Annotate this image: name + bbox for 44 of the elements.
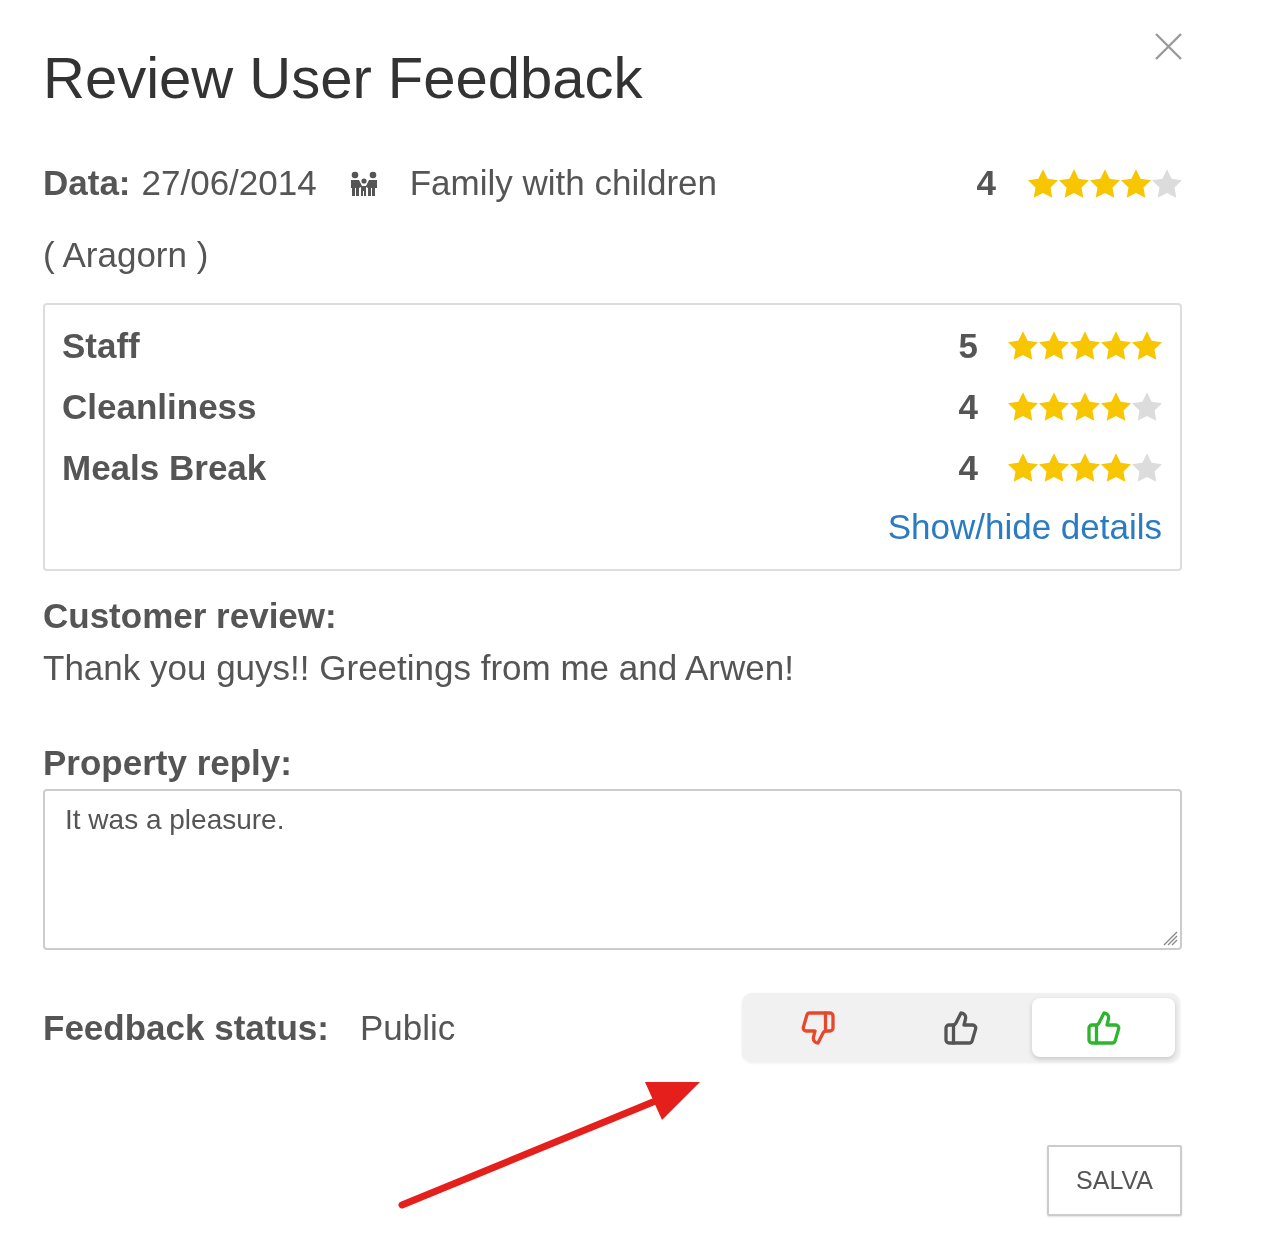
star-icon — [1121, 168, 1151, 198]
star-icon — [1090, 168, 1120, 198]
close-button[interactable] — [1155, 33, 1182, 60]
star-icon — [1132, 331, 1162, 360]
close-icon — [1155, 33, 1182, 60]
star-icon — [1039, 453, 1069, 482]
customer-review-text: Thank you guys!! Greetings from me and Arwen! — [43, 647, 794, 689]
category-score: 4 — [958, 447, 978, 488]
star-icon — [1008, 453, 1038, 482]
category-score: 4 — [958, 386, 978, 427]
star-icon — [1101, 453, 1131, 482]
overall-score: 4 — [976, 163, 996, 203]
category-score: 5 — [958, 325, 978, 366]
star-icon — [1101, 331, 1131, 360]
save-button[interactable]: SALVA — [1047, 1145, 1182, 1216]
feedback-status-label: Feedback status: — [43, 1007, 329, 1048]
show-hide-details-link[interactable]: Show/hide details — [887, 505, 1162, 549]
star-icon — [1028, 168, 1058, 198]
dialog-title: Review User Feedback — [43, 44, 643, 111]
traveller-type: Family with children — [409, 163, 717, 203]
category-name: Staff — [62, 325, 140, 366]
thumbs-down-icon — [800, 1009, 837, 1046]
category-name: Cleanliness — [62, 386, 257, 427]
date-value: 27/06/2014 — [141, 163, 317, 203]
feedback-status-value: Public — [359, 1007, 456, 1048]
star-icon — [1039, 392, 1069, 421]
star-icon — [1070, 331, 1100, 360]
star-icon — [1101, 392, 1131, 421]
family-icon — [348, 170, 379, 196]
star-icon — [1059, 168, 1089, 198]
date-label: Data: — [43, 163, 131, 203]
star-icon — [1070, 392, 1100, 421]
resize-grip-icon[interactable] — [1163, 931, 1178, 946]
thumbs-up-icon — [943, 1009, 979, 1046]
property-reply-label: Property reply: — [43, 742, 292, 784]
thumbs-up-icon — [1085, 1009, 1122, 1046]
category-name: Meals Break — [62, 447, 267, 488]
author-name: ( Aragorn ) — [43, 234, 209, 276]
customer-review-label: Customer review: — [43, 595, 337, 637]
star-icon — [1008, 392, 1038, 421]
reply-field[interactable]: It was a pleasure. — [43, 789, 1182, 950]
star-icon — [1070, 453, 1100, 482]
star-icon — [1039, 331, 1069, 360]
star-icon — [1008, 331, 1038, 360]
